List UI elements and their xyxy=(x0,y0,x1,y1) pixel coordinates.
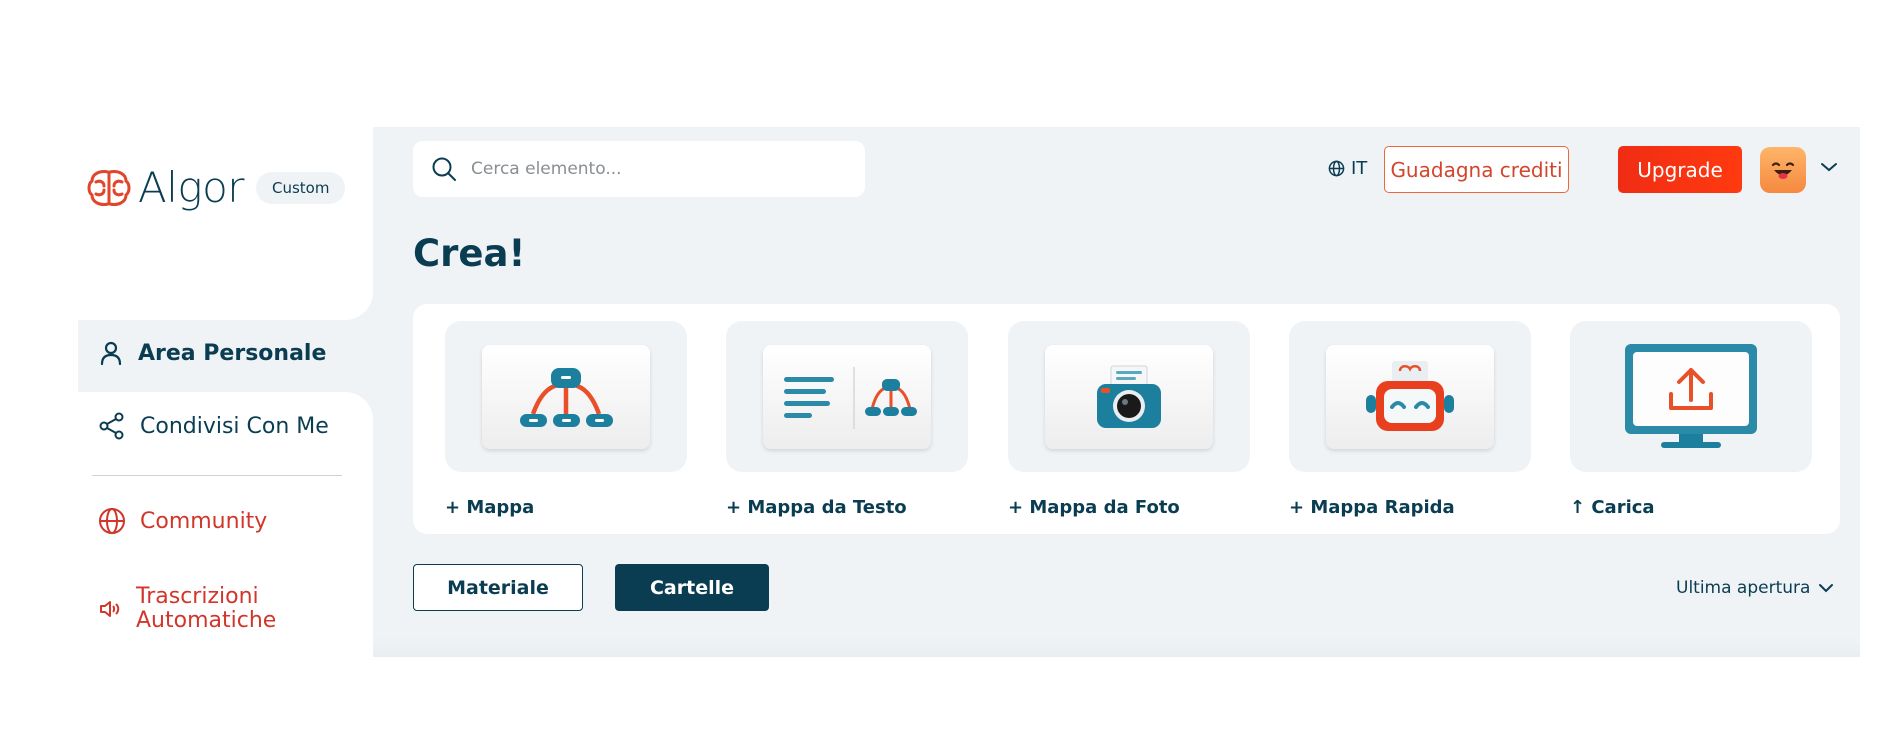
share-icon xyxy=(99,412,124,440)
plan-badge: Custom xyxy=(256,172,346,204)
globe-icon xyxy=(1328,160,1345,177)
sort-dropdown[interactable]: Ultima apertura xyxy=(1676,578,1834,598)
globe-icon xyxy=(99,508,125,534)
text-to-map-icon xyxy=(784,366,917,429)
tile-label: + Mappa xyxy=(445,497,535,518)
robot-icon xyxy=(1366,360,1454,431)
tile-label: + Mappa da Foto xyxy=(1008,497,1180,518)
brand-name: Algor xyxy=(138,163,245,212)
folders-tab-button[interactable]: Cartelle xyxy=(615,564,769,611)
tile-image xyxy=(445,321,687,472)
language-selector[interactable]: IT xyxy=(1328,158,1367,179)
create-map-from-photo-tile[interactable]: + Mappa da Foto xyxy=(1008,321,1250,518)
chevron-down-icon[interactable] xyxy=(1820,161,1838,173)
sidebar-item-trascrizioni[interactable]: Trascrizioni Automatiche xyxy=(98,584,286,634)
user-icon xyxy=(100,341,122,366)
sidebar-item-condivisi[interactable]: Condivisi Con Me xyxy=(98,412,329,440)
logo[interactable]: Algor xyxy=(86,163,245,212)
tile-image xyxy=(726,321,968,472)
speaker-icon xyxy=(100,601,120,618)
create-quick-map-tile[interactable]: + Mappa Rapida xyxy=(1289,321,1531,518)
content-fade xyxy=(373,637,1860,657)
material-tab-button[interactable]: Materiale xyxy=(413,564,583,611)
page-title: Crea! xyxy=(413,232,526,275)
sidebar-item-label: Condivisi Con Me xyxy=(140,413,329,439)
search-bar[interactable] xyxy=(413,141,865,197)
sidebar-item-label: Trascrizioni Automatiche xyxy=(136,584,277,634)
search-icon xyxy=(432,157,456,181)
language-code: IT xyxy=(1351,158,1368,179)
smiley-face-icon xyxy=(1771,162,1795,179)
tile-image xyxy=(1289,321,1531,472)
sidebar-item-community[interactable]: Community xyxy=(98,507,267,535)
sidebar-divider xyxy=(92,475,342,476)
search-input[interactable] xyxy=(471,159,831,179)
tile-label: + Mappa Rapida xyxy=(1289,497,1455,518)
camera-icon xyxy=(1097,365,1161,428)
mind-map-icon xyxy=(520,367,613,427)
sort-label: Ultima apertura xyxy=(1676,578,1811,598)
tile-image xyxy=(1008,321,1250,472)
create-map-tile[interactable]: + Mappa xyxy=(445,321,687,518)
upload-monitor-icon xyxy=(1625,343,1757,448)
create-panel: + Mappa + Mappa da Testo + Mappa da Foto… xyxy=(413,304,1840,534)
brain-logo-icon xyxy=(87,169,131,206)
chevron-down-icon xyxy=(1819,584,1834,593)
sidebar-brand-panel xyxy=(78,127,373,320)
sidebar-item-area-personale[interactable]: Area Personale xyxy=(98,340,326,366)
earn-credits-button[interactable]: Guadagna crediti xyxy=(1384,146,1569,193)
tile-label: ↑ Carica xyxy=(1570,497,1655,518)
sidebar-item-label: Community xyxy=(140,508,268,534)
tile-image xyxy=(1570,321,1812,472)
tile-label: + Mappa da Testo xyxy=(726,497,907,518)
upgrade-button[interactable]: Upgrade xyxy=(1618,146,1742,193)
upload-tile[interactable]: ↑ Carica xyxy=(1570,321,1812,518)
create-map-from-text-tile[interactable]: + Mappa da Testo xyxy=(726,321,968,518)
avatar[interactable] xyxy=(1760,147,1806,193)
sidebar-item-label: Area Personale xyxy=(138,340,327,366)
app-window: Algor Custom Area Personale Condivisi Co… xyxy=(78,127,1860,657)
